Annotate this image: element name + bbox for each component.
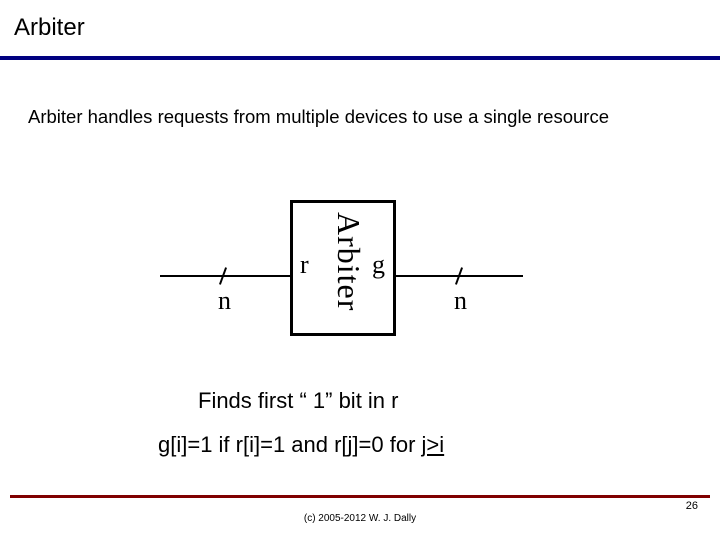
slide-subtitle: Arbiter handles requests from multiple d… (28, 106, 609, 128)
bus-label-left: n (218, 286, 231, 316)
body-line-2-underlined: j>i (422, 432, 445, 457)
bus-label-right: n (454, 286, 467, 316)
page-number: 26 (686, 500, 698, 512)
slide-title: Arbiter (14, 14, 85, 42)
slide: Arbiter Arbiter handles requests from mu… (0, 0, 720, 540)
port-r-label: r (300, 250, 309, 280)
wire-left (160, 275, 290, 277)
body-line-2: g[i]=1 if r[i]=1 and r[j]=0 for j>i (158, 432, 444, 458)
title-rule (0, 56, 720, 60)
footer-copyright: (c) 2005-2012 W. J. Dally (0, 513, 720, 524)
footer-rule (10, 495, 710, 498)
body-line-1: Finds first “ 1” bit in r (198, 388, 398, 414)
arbiter-diagram: n Arbiter r g n (0, 190, 720, 350)
arbiter-box-label: Arbiter (330, 212, 367, 311)
body-line-2-prefix: g[i]=1 if r[i]=1 and r[j]=0 for (158, 432, 422, 457)
port-g-label: g (372, 250, 385, 280)
